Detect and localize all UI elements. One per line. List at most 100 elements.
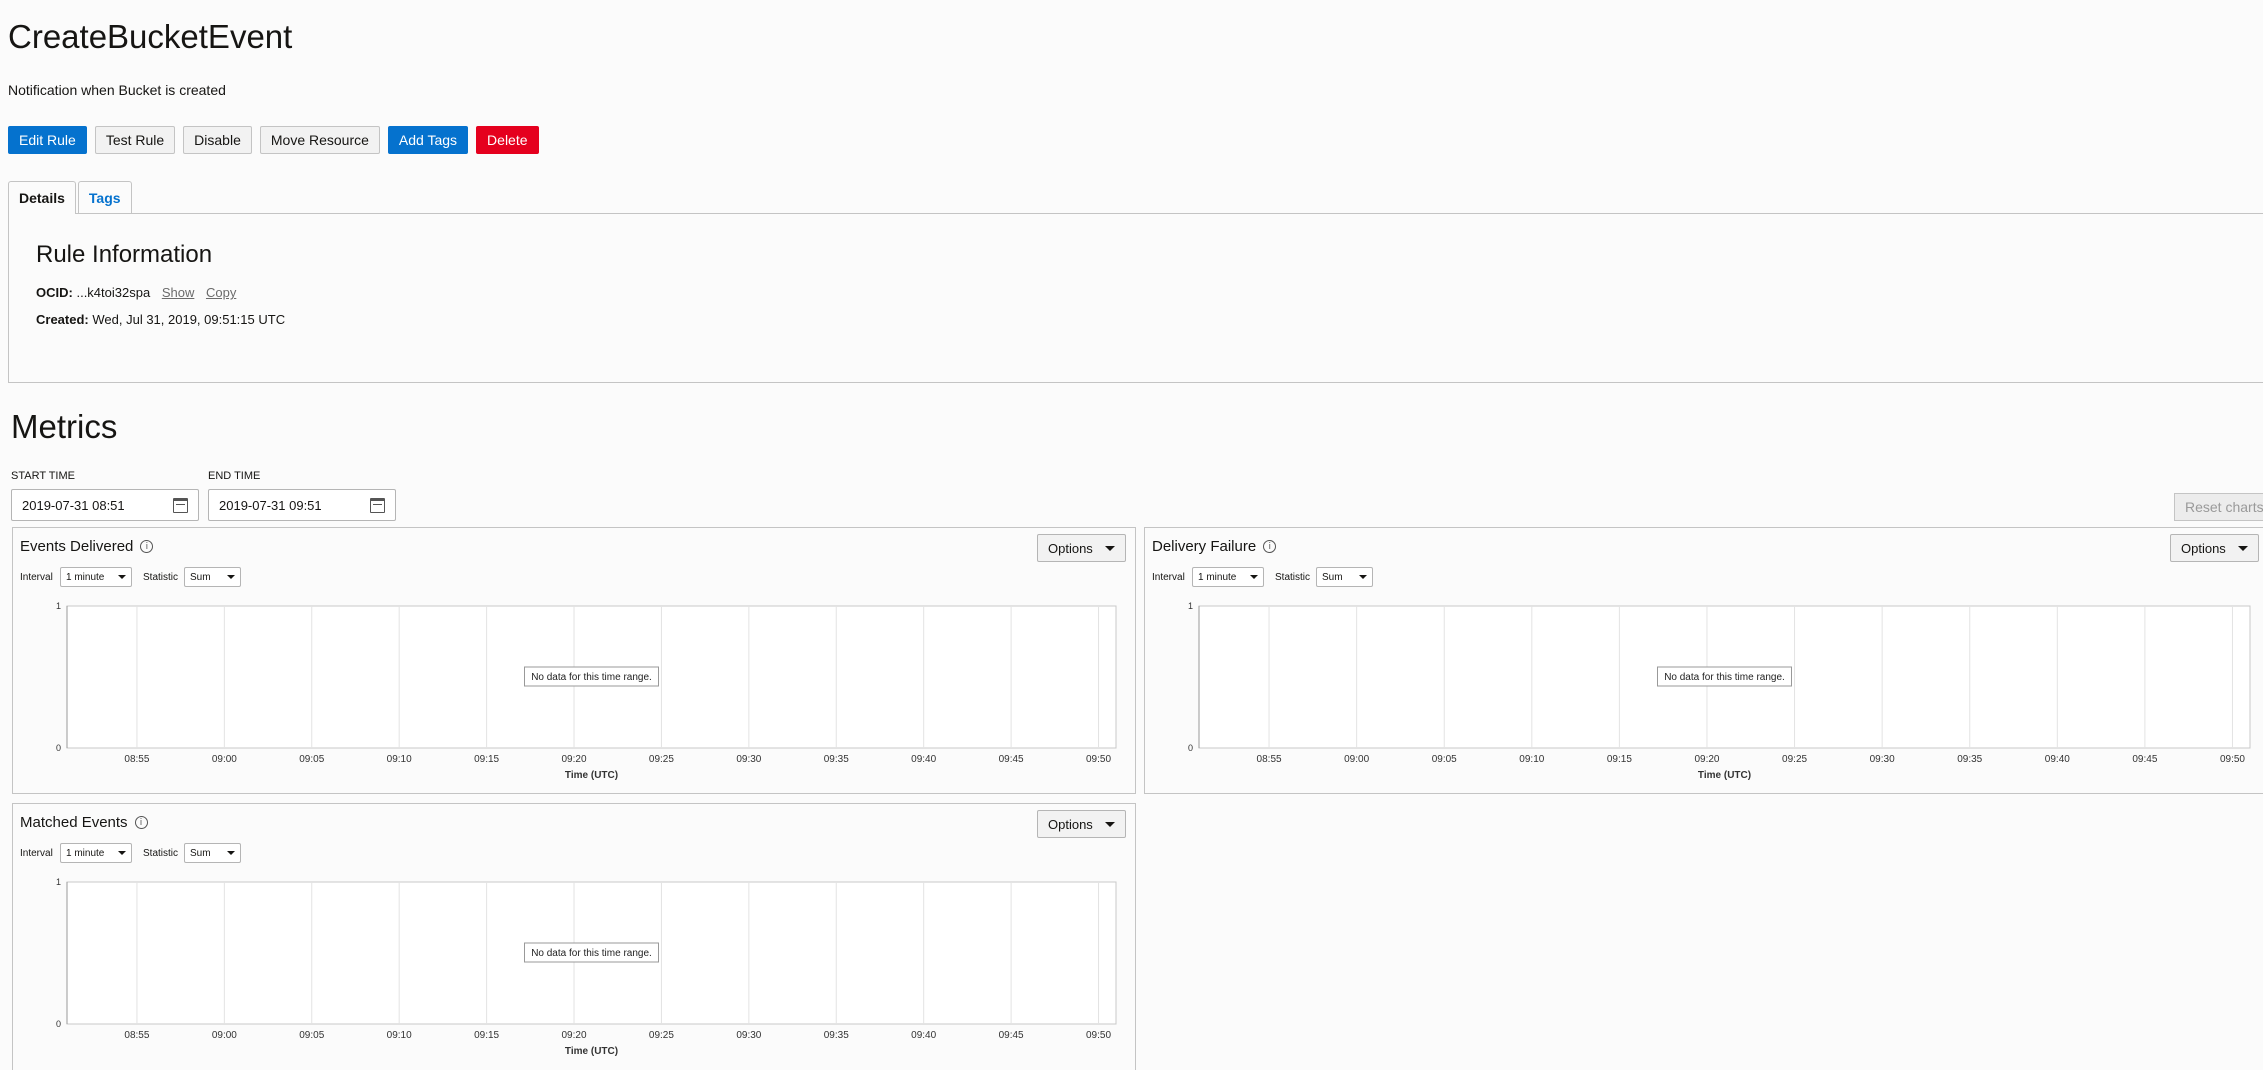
options-label: Options [2181, 540, 2226, 556]
panel-title-text: Events Delivered [20, 538, 134, 555]
statistic-label: Statistic [1275, 572, 1311, 583]
panel-title: Matched Events i [20, 814, 148, 831]
page-title: CreateBucketEvent [8, 18, 293, 55]
y-tick-label: 1 [56, 601, 61, 611]
x-tick-label: 09:05 [1432, 754, 1457, 765]
panel-title-text: Matched Events [20, 814, 128, 831]
add-tags-button[interactable]: Add Tags [387, 126, 469, 154]
x-tick-label: 09:00 [1344, 754, 1369, 765]
interval-label: Interval [20, 848, 53, 859]
matched-events-chart: 08:55 09:00 09:05 09:10 09:15 09:20 09:25 09:30… [56, 877, 1117, 1057]
x-tick-label: 09:15 [474, 1030, 499, 1041]
statistic-label: Statistic [143, 572, 179, 583]
move-resource-button[interactable]: Move Resource [259, 126, 380, 154]
y-tick-label: 1 [56, 877, 61, 887]
statistic-value: Sum [1322, 571, 1343, 583]
options-button[interactable]: Options [1037, 810, 1126, 838]
delete-button[interactable]: Delete [476, 126, 539, 154]
statistic-value: Sum [190, 571, 211, 583]
start-time-input[interactable]: 2019-07-31 08:51 [11, 489, 199, 521]
x-tick-label: 09:05 [299, 1030, 324, 1041]
info-icon[interactable]: i [140, 540, 154, 553]
x-tick-label: 09:50 [1086, 754, 1111, 765]
x-tick-label: 09:50 [1086, 1030, 1111, 1041]
start-time-value: 2019-07-31 08:51 [22, 497, 125, 513]
panel-title-text: Delivery Failure [1152, 538, 1257, 555]
no-data-message: No data for this time range. [531, 672, 652, 683]
metrics-title: Metrics [11, 408, 118, 445]
x-tick-label: 09:20 [562, 754, 587, 765]
y-tick-label: 0 [56, 1019, 61, 1029]
chevron-down-icon [227, 575, 235, 579]
x-tick-label: 09:35 [1957, 754, 1982, 765]
disable-button[interactable]: Disable [183, 126, 252, 154]
info-icon[interactable]: i [134, 816, 148, 829]
x-tick-label: 08:55 [124, 1030, 149, 1041]
x-tick-label: 09:45 [2132, 754, 2157, 765]
options-label: Options [1048, 816, 1093, 832]
x-tick-label: 09:10 [1519, 754, 1544, 765]
statistic-select[interactable]: Sum [1316, 567, 1373, 587]
x-tick-label: 09:35 [824, 1030, 849, 1041]
created-value: Wed, Jul 31, 2019, 09:51:15 UTC [92, 312, 286, 327]
interval-select[interactable]: 1 minute [60, 843, 132, 863]
x-tick-label: 09:50 [2220, 754, 2245, 765]
options-label: Options [1048, 540, 1093, 556]
x-axis-label: Time (UTC) [565, 1046, 618, 1057]
edit-rule-button[interactable]: Edit Rule [8, 126, 87, 154]
options-button[interactable]: Options [1037, 534, 1126, 562]
interval-value: 1 minute [66, 571, 105, 583]
test-rule-button[interactable]: Test Rule [94, 126, 176, 154]
x-tick-label: 09:20 [562, 1030, 587, 1041]
x-tick-label: 09:30 [736, 1030, 761, 1041]
page-description: Notification when Bucket is created [8, 82, 226, 98]
x-axis-label: Time (UTC) [565, 770, 618, 781]
x-tick-label: 09:45 [999, 1030, 1024, 1041]
x-tick-label: 09:00 [212, 1030, 237, 1041]
interval-select[interactable]: 1 minute [1192, 567, 1264, 587]
chevron-down-icon [1104, 821, 1115, 827]
y-tick-label: 1 [1188, 601, 1193, 611]
chevron-down-icon [1359, 575, 1367, 579]
chevron-down-icon [1250, 575, 1258, 579]
x-tick-label: 09:10 [387, 1030, 412, 1041]
end-time-label: END TIME [208, 470, 261, 482]
calendar-icon[interactable] [370, 497, 385, 513]
interval-value: 1 minute [66, 847, 105, 859]
x-tick-label: 09:30 [1870, 754, 1895, 765]
info-icon[interactable]: i [1263, 540, 1277, 553]
ocid-show-link[interactable]: Show [162, 285, 195, 300]
x-tick-label: 09:40 [911, 754, 936, 765]
end-time-input[interactable]: 2019-07-31 09:51 [208, 489, 396, 521]
ocid-copy-link[interactable]: Copy [206, 285, 236, 300]
x-tick-label: 09:45 [999, 754, 1024, 765]
interval-label: Interval [20, 572, 53, 583]
x-tick-label: 09:10 [387, 754, 412, 765]
x-tick-label: 09:40 [2045, 754, 2070, 765]
reset-charts-button[interactable]: Reset charts [2174, 493, 2263, 521]
x-tick-label: 08:55 [1257, 754, 1282, 765]
options-button[interactable]: Options [2170, 534, 2259, 562]
y-tick-label: 0 [56, 743, 61, 753]
interval-select[interactable]: 1 minute [60, 567, 132, 587]
calendar-icon[interactable] [173, 497, 188, 513]
x-tick-label: 09:15 [474, 754, 499, 765]
x-tick-label: 09:05 [299, 754, 324, 765]
x-tick-label: 09:25 [1782, 754, 1807, 765]
ocid-label: OCID: [36, 285, 73, 300]
rule-information-title: Rule Information [36, 241, 213, 268]
x-tick-label: 08:55 [124, 754, 149, 765]
statistic-select[interactable]: Sum [184, 567, 241, 587]
start-time-label: START TIME [11, 470, 75, 482]
x-tick-label: 09:35 [824, 754, 849, 765]
interval-value: 1 minute [1198, 571, 1237, 583]
tab-bar: Details Tags [8, 181, 134, 214]
action-toolbar: Edit Rule Test Rule Disable Move Resourc… [8, 126, 547, 154]
tab-details[interactable]: Details [8, 181, 76, 214]
tab-tags[interactable]: Tags [77, 181, 132, 214]
statistic-select[interactable]: Sum [184, 843, 241, 863]
created-row: Created: Wed, Jul 31, 2019, 09:51:15 UTC [36, 312, 285, 327]
x-axis-label: Time (UTC) [1698, 770, 1751, 781]
chevron-down-icon [118, 575, 126, 579]
x-tick-label: 09:30 [736, 754, 761, 765]
